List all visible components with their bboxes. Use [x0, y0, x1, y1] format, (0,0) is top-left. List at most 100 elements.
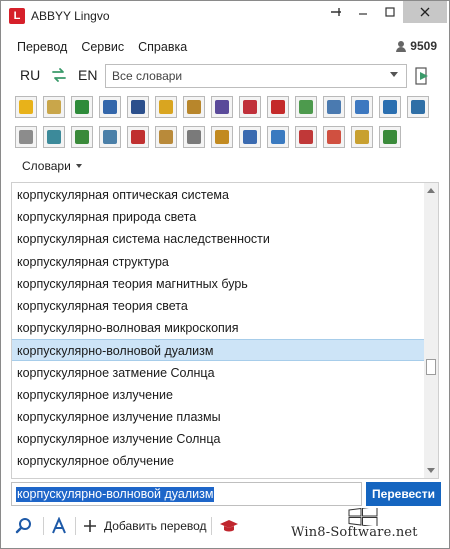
dictionary-button[interactable] — [155, 96, 177, 118]
list-item[interactable]: корпускулярная природа света — [12, 206, 425, 228]
dictionary-button[interactable] — [239, 126, 261, 148]
dict-icon-question — [103, 100, 117, 114]
swap-languages-icon[interactable] — [51, 67, 67, 83]
list-item[interactable]: корпускулярно-волновая микроскопия — [12, 317, 425, 339]
list-item[interactable]: корпускулярное излучение — [12, 384, 425, 406]
dictionary-button[interactable] — [183, 96, 205, 118]
pin-window-button[interactable] — [322, 1, 349, 23]
dictionary-button[interactable] — [239, 96, 261, 118]
dict-icon-car — [131, 130, 145, 144]
dictionary-button[interactable] — [127, 126, 149, 148]
dict-icon-ball — [243, 130, 257, 144]
dict-icon-documents — [187, 130, 201, 144]
close-icon — [420, 7, 430, 17]
title-bar: L ABBYY Lingvo — [1, 1, 449, 31]
window-controls — [322, 1, 447, 23]
dict-icon-notes — [47, 100, 61, 114]
toolbar-separator — [75, 517, 76, 535]
dict-icon-book — [19, 100, 33, 114]
dictionary-button[interactable] — [15, 96, 37, 118]
list-item[interactable]: корпускулярно-волновой дуализм — [12, 339, 425, 362]
list-item[interactable]: корпускулярная теория магнитных бурь — [12, 273, 425, 295]
translate-button[interactable]: Перевести — [366, 482, 441, 506]
dictionary-button[interactable] — [211, 96, 233, 118]
dict-icon-cd — [19, 130, 33, 144]
menu-item-help[interactable]: Справка — [138, 40, 187, 54]
list-item[interactable]: корпускулярное затмение Солнца — [12, 362, 425, 384]
dictionary-selector[interactable]: Все словари — [105, 64, 407, 88]
dict-icon-world — [383, 100, 397, 114]
maximize-button[interactable] — [376, 1, 403, 23]
menu-bar: Перевод Сервис Справка 9509 — [1, 36, 449, 58]
dictionary-button[interactable] — [71, 96, 93, 118]
chevron-down-icon — [390, 72, 398, 77]
dictionary-button[interactable] — [267, 126, 289, 148]
dictionaries-menu[interactable]: Словари — [22, 159, 82, 173]
dict-icon-person — [215, 100, 229, 114]
target-language[interactable]: EN — [78, 67, 97, 83]
dictionary-button[interactable] — [211, 126, 233, 148]
menu-item-service[interactable]: Сервис — [81, 40, 124, 54]
dict-icon-cogs — [103, 130, 117, 144]
list-item[interactable]: корпускулярное излучение Солнца — [12, 428, 425, 450]
watermark-text: Win8-Software.net — [291, 525, 418, 540]
search-input[interactable]: корпускулярно-волновой дуализм — [11, 482, 375, 506]
dict-icon-heart — [243, 100, 257, 114]
dictionary-button[interactable] — [295, 126, 317, 148]
dictionary-button[interactable] — [323, 126, 345, 148]
users-counter-value: 9509 — [410, 39, 437, 53]
toolbar-separator — [211, 517, 212, 535]
dict-icon-head — [355, 100, 369, 114]
dictionary-button[interactable] — [127, 96, 149, 118]
dictionary-button[interactable] — [71, 126, 93, 148]
scroll-down-icon[interactable] — [427, 468, 435, 473]
dictionary-button[interactable] — [43, 126, 65, 148]
app-logo-icon: L — [9, 8, 25, 24]
search-row: корпускулярно-волновой дуализм Перевести — [11, 482, 441, 506]
dictionary-button[interactable] — [379, 126, 401, 148]
list-item[interactable]: корпускулярная теория света — [12, 295, 425, 317]
list-item[interactable]: корпускулярное излучение плазмы — [12, 406, 425, 428]
dictionary-button[interactable] — [351, 96, 373, 118]
dictionary-button[interactable] — [155, 126, 177, 148]
graduation-cap-icon[interactable] — [219, 517, 239, 535]
dictionary-button[interactable] — [351, 126, 373, 148]
list-item[interactable]: корпускулярная структура — [12, 251, 425, 273]
list-item[interactable]: корпускулярная система наследственности — [12, 228, 425, 250]
source-language[interactable]: RU — [20, 67, 40, 83]
plus-icon[interactable] — [83, 517, 97, 535]
dictionary-button[interactable] — [407, 96, 429, 118]
word-list[interactable]: корпускулярное облучение корпускулярное и… — [11, 182, 439, 479]
menu-item-translate[interactable]: Перевод — [17, 40, 67, 54]
dictionary-button[interactable] — [183, 126, 205, 148]
list-item[interactable]: корпускулярная оптическая система — [12, 184, 425, 206]
dictionary-button[interactable] — [323, 96, 345, 118]
window-title: ABBYY Lingvo — [31, 9, 110, 23]
dictionary-button[interactable] — [99, 96, 121, 118]
dict-icon-monitor — [411, 100, 425, 114]
dictionary-button[interactable] — [295, 96, 317, 118]
dict-icon-gear-globe — [47, 130, 61, 144]
app-window: L ABBYY Lingvo Перевод Сервис Справка 95… — [0, 0, 450, 549]
dictionary-button[interactable] — [379, 96, 401, 118]
dictionary-button[interactable] — [99, 126, 121, 148]
list-item[interactable]: корпускулярное облучение — [12, 450, 425, 472]
dict-icon-microscope — [327, 100, 341, 114]
windows-logo-icon — [348, 508, 378, 526]
word-list-scrollbar[interactable] — [424, 183, 438, 478]
users-counter[interactable]: 9509 — [396, 39, 437, 53]
dictionary-button[interactable] — [43, 96, 65, 118]
add-translation-button[interactable]: Добавить перевод — [104, 519, 207, 533]
scroll-up-icon[interactable] — [427, 188, 435, 193]
maximize-icon — [384, 7, 395, 17]
minimize-button[interactable] — [349, 1, 376, 23]
dictionary-button[interactable] — [15, 126, 37, 148]
dict-icon-ab — [299, 130, 313, 144]
sidebar-toggle-icon[interactable] — [414, 66, 432, 86]
dictionary-button[interactable] — [267, 96, 289, 118]
scroll-thumb[interactable] — [426, 359, 436, 375]
search-icon[interactable] — [15, 517, 33, 535]
dict-icon-calculator — [131, 100, 145, 114]
close-button[interactable] — [403, 1, 447, 23]
font-size-icon[interactable] — [51, 517, 67, 535]
